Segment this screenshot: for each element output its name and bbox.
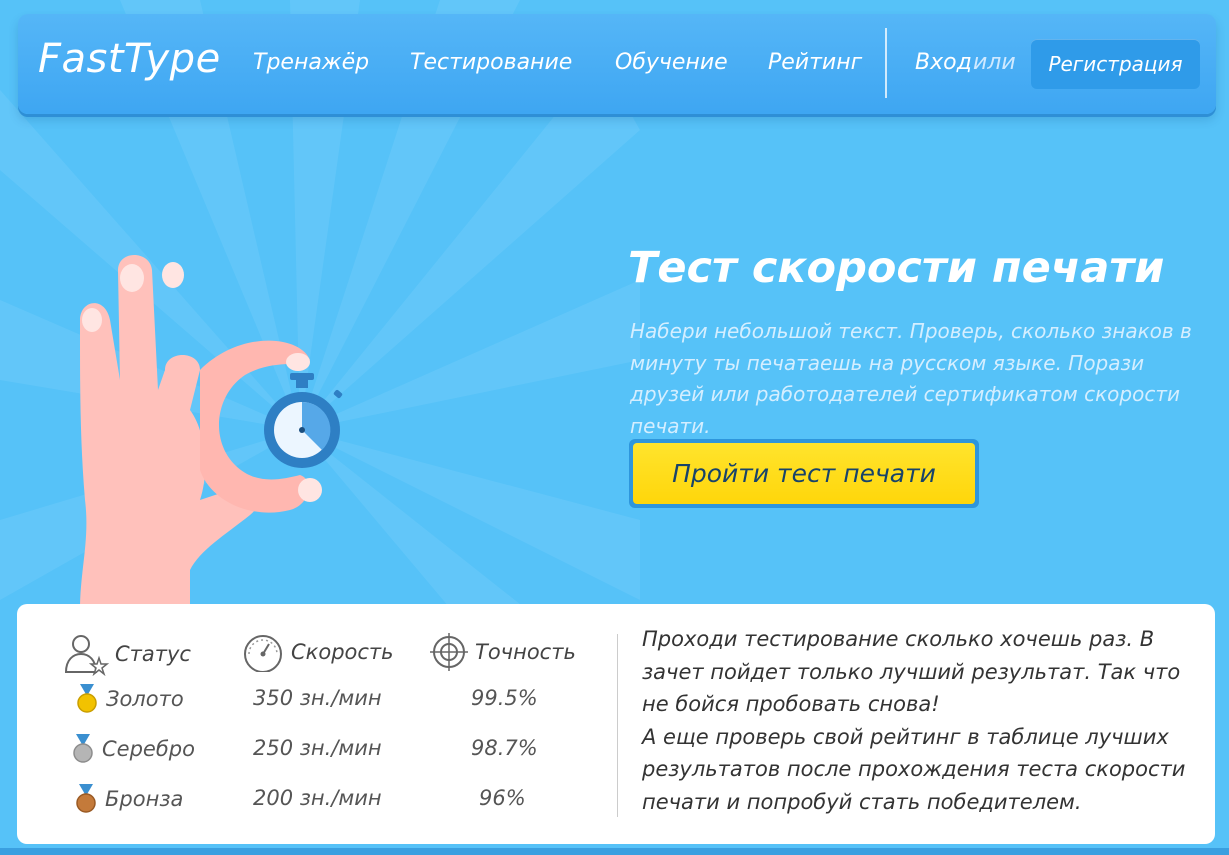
login-link[interactable]: Вход: [915, 50, 972, 75]
hand-stopwatch-illustration: [80, 255, 343, 610]
status-header-label: Статус: [115, 642, 191, 666]
speed-bronze: 200 зн./мин: [253, 786, 382, 810]
stopwatch-icon: [264, 373, 343, 468]
speed-header-label: Скорость: [291, 640, 394, 664]
status-bronze: Бронза: [75, 784, 183, 814]
status-silver-label: Серебро: [102, 737, 195, 761]
panel-divider: [617, 634, 618, 817]
nav-link-learning[interactable]: Обучение: [615, 50, 728, 75]
accuracy-bronze: 96%: [479, 786, 526, 810]
nav-link-trainer[interactable]: Тренажёр: [253, 50, 369, 75]
start-test-button-label: Пройти тест печати: [633, 443, 975, 504]
speed-header: Скорость: [241, 632, 394, 672]
nav-link-testing[interactable]: Тестирование: [410, 50, 572, 75]
bottom-strip: [0, 848, 1229, 855]
hero-description: Набери небольшой текст. Проверь, сколько…: [630, 319, 1192, 438]
panel-info-text: Проходи тестирование сколько хочешь раз.…: [642, 623, 1202, 818]
nav-divider: [885, 28, 887, 98]
status-silver: Серебро: [72, 734, 195, 764]
speed-silver: 250 зн./мин: [253, 736, 382, 760]
accuracy-header: Точность: [429, 632, 576, 672]
user-star-icon: [64, 635, 109, 676]
accuracy-header-label: Точность: [475, 640, 576, 664]
panel-info-paragraph-2: А еще проверь свой рейтинг в таблице луч…: [642, 724, 1186, 814]
speed-gold: 350 зн./мин: [253, 686, 382, 710]
nav-or-text: или: [973, 50, 1016, 75]
panel-info-paragraph-1: Проходи тестирование сколько хочешь раз.…: [642, 627, 1181, 716]
accuracy-gold: 99.5%: [471, 686, 538, 710]
hero-title: Тест скорости печати: [628, 243, 1165, 293]
nav-link-rating[interactable]: Рейтинг: [768, 50, 862, 75]
gold-medal-icon: [77, 684, 97, 713]
target-icon: [430, 633, 468, 671]
stats-panel: Статус Скорость Точность Золото 350 зн./…: [17, 604, 1215, 844]
top-navbar: FastType Тренажёр Тестирование Обучение …: [18, 14, 1216, 114]
status-gold: Золото: [76, 684, 184, 714]
speedometer-icon: [244, 635, 282, 672]
status-header: Статус: [63, 632, 191, 676]
silver-medal-icon: [73, 734, 93, 763]
status-bronze-label: Бронза: [105, 787, 184, 811]
accuracy-silver: 98.7%: [471, 736, 538, 760]
status-gold-label: Золото: [106, 687, 184, 711]
site-logo[interactable]: FastType: [38, 36, 221, 82]
register-button[interactable]: Регистрация: [1031, 39, 1200, 89]
start-test-button[interactable]: Пройти тест печати: [629, 439, 979, 508]
bronze-medal-icon: [76, 784, 96, 813]
